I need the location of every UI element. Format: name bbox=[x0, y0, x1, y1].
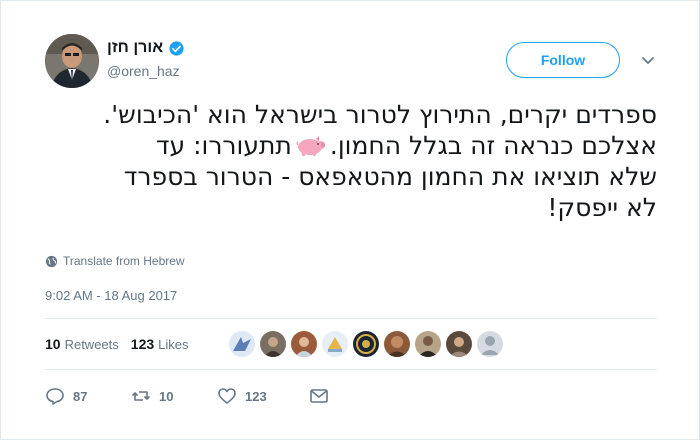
tweet-card: אורן חזן @oren_haz Follow ספרדים יקרים, … bbox=[0, 0, 700, 440]
translate-link[interactable]: Translate from Hebrew bbox=[45, 254, 185, 268]
translate-label[interactable]: Translate from Hebrew bbox=[63, 254, 185, 268]
author-name-row: אורן חזן bbox=[107, 39, 185, 57]
divider bbox=[45, 369, 657, 370]
envelope-icon bbox=[310, 389, 328, 403]
likes-stat[interactable]: 123 Likes bbox=[131, 336, 189, 352]
likes-label: Likes bbox=[158, 336, 189, 352]
follow-button[interactable]: Follow bbox=[506, 42, 620, 78]
direct-message-button[interactable] bbox=[309, 386, 329, 406]
liker-avatar[interactable] bbox=[291, 331, 317, 357]
heart-icon bbox=[218, 388, 236, 404]
retweets-stat[interactable]: 10 Retweets bbox=[45, 336, 119, 352]
liker-avatar[interactable] bbox=[322, 331, 348, 357]
tweet-line-with-emoji: אצלכם כנראה זה בגלל החמון. תתעוררו: עד bbox=[41, 130, 657, 161]
verified-badge-icon bbox=[169, 40, 184, 56]
liker-avatar[interactable] bbox=[477, 331, 503, 357]
retweet-count: 10 bbox=[159, 388, 174, 404]
author-name[interactable]: אורן חזן bbox=[107, 39, 163, 57]
retweets-label: Retweets bbox=[64, 336, 119, 352]
author-info: אורן חזן @oren_haz bbox=[107, 39, 185, 79]
chevron-down-icon[interactable] bbox=[639, 51, 657, 69]
liker-avatar[interactable] bbox=[415, 331, 441, 357]
globe-icon bbox=[45, 255, 58, 267]
likers-avatars bbox=[229, 331, 503, 357]
like-button[interactable]: 123 bbox=[217, 386, 309, 406]
pig-icon bbox=[296, 136, 325, 156]
tweet-line: ספרדים יקרים, התירוץ לטרור בישראל הוא 'ה… bbox=[103, 100, 657, 129]
tweet-line: תתעוררו: עד bbox=[155, 131, 292, 160]
author-handle[interactable]: @oren_haz bbox=[107, 63, 185, 79]
likes-count: 123 bbox=[130, 336, 155, 352]
reply-icon bbox=[46, 388, 64, 405]
liker-avatar[interactable] bbox=[353, 331, 379, 357]
tweet-timestamp[interactable]: 9:02 AM - 18 Aug 2017 bbox=[45, 288, 177, 303]
retweet-icon bbox=[131, 391, 151, 401]
reply-button[interactable]: 87 bbox=[45, 386, 131, 406]
tweet-line: שלא תוציאו את החמון מהטאפאס - הטרור בספר… bbox=[123, 162, 657, 191]
liker-avatar[interactable] bbox=[229, 331, 255, 357]
like-count: 123 bbox=[245, 388, 267, 404]
tweet-actions: 87 10 123 bbox=[45, 386, 329, 406]
liker-avatar[interactable] bbox=[384, 331, 410, 357]
tweet-text: ספרדים יקרים, התירוץ לטרור בישראל הוא 'ה… bbox=[41, 99, 657, 223]
avatar[interactable] bbox=[45, 34, 99, 88]
tweet-stats: 10 Retweets 123 Likes bbox=[45, 336, 201, 352]
retweets-count: 10 bbox=[45, 336, 61, 352]
tweet-line: אצלכם כנראה זה בגלל החמון. bbox=[329, 131, 657, 160]
tweet-line: לא ייפסק! bbox=[547, 193, 657, 222]
retweet-button[interactable]: 10 bbox=[131, 386, 217, 406]
liker-avatar[interactable] bbox=[446, 331, 472, 357]
liker-avatar[interactable] bbox=[260, 331, 286, 357]
divider bbox=[45, 318, 657, 319]
reply-count: 87 bbox=[73, 388, 88, 404]
